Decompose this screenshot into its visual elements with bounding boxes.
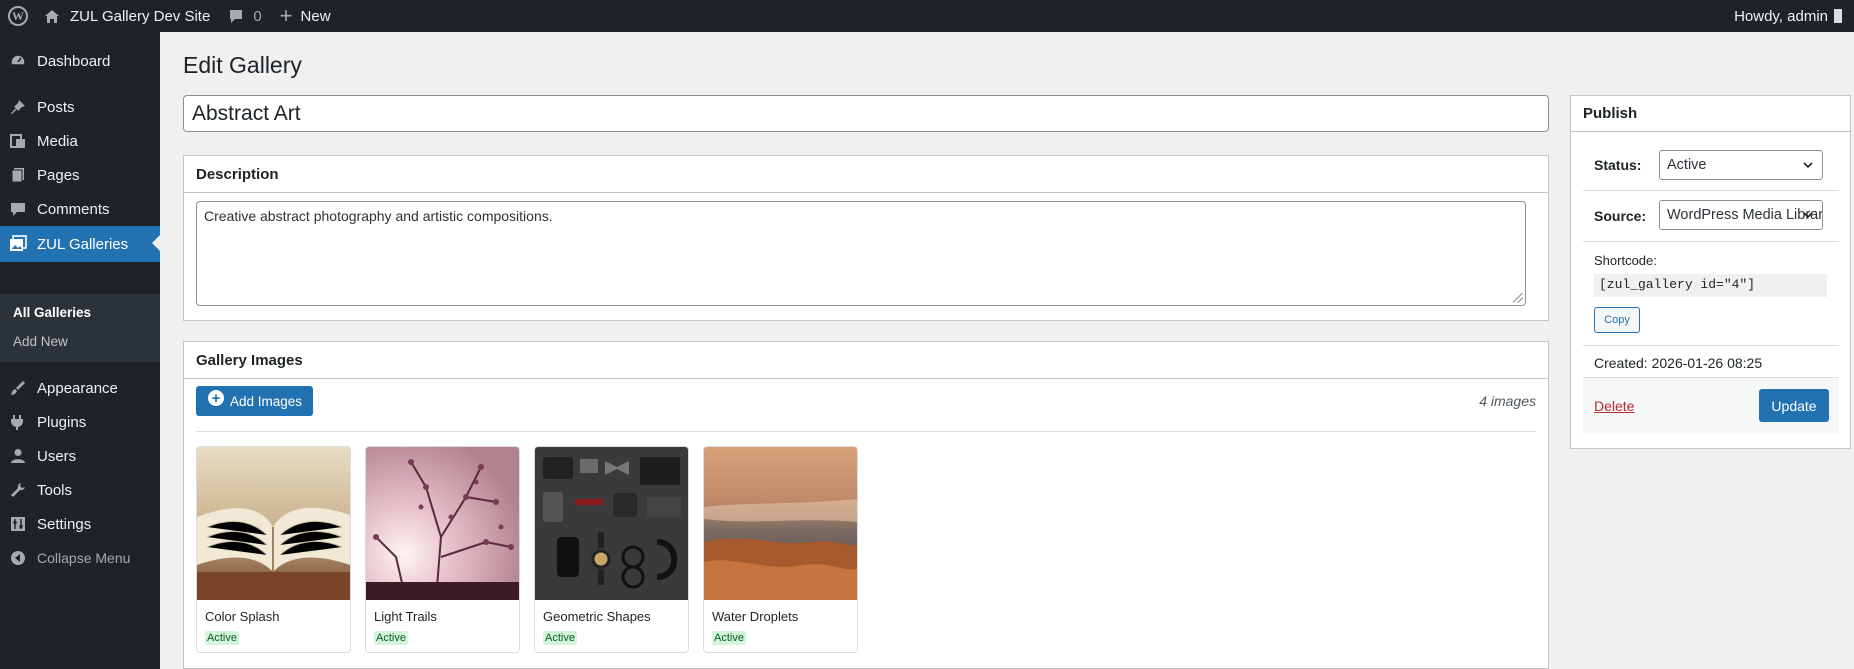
avatar <box>1834 9 1842 23</box>
source-label: Source: <box>1594 208 1647 224</box>
delete-link[interactable]: Delete <box>1594 398 1634 414</box>
submenu-add-new[interactable]: Add New <box>13 334 68 349</box>
description-textarea[interactable]: Creative abstract photography and artist… <box>196 201 1526 306</box>
divider <box>1583 190 1839 191</box>
divider <box>196 431 1536 432</box>
wrench-icon <box>11 483 25 497</box>
page-title: Edit Gallery <box>183 52 302 78</box>
shortcode-label: Shortcode: <box>1594 253 1657 268</box>
resize-handle[interactable] <box>1513 293 1523 303</box>
gallery-title-input[interactable] <box>183 95 1549 132</box>
settings-icon <box>11 517 25 531</box>
dashboard-icon <box>10 54 26 66</box>
source-select[interactable]: WordPress Media Library <box>1659 200 1823 230</box>
pin-icon <box>11 100 25 114</box>
status-badge: Active <box>374 631 408 645</box>
comments-link[interactable]: 0 <box>228 0 262 32</box>
comment-icon <box>11 203 25 216</box>
brush-icon <box>11 381 25 395</box>
description-box: Description Creative abstract photograph… <box>183 155 1549 321</box>
admin-bar: W ZUL Gallery Dev Site 0 + New Howdy, ad… <box>0 0 1854 32</box>
site-name-link[interactable]: ZUL Gallery Dev Site <box>44 0 210 32</box>
image-name: Light Trails <box>374 609 437 624</box>
publish-actions: Delete Update <box>1583 377 1839 434</box>
status-label: Status: <box>1594 157 1642 173</box>
comments-count: 0 <box>253 7 262 25</box>
user-icon <box>11 449 25 463</box>
account-menu[interactable]: Howdy, admin <box>1734 0 1842 32</box>
new-content-link[interactable]: + New <box>280 0 331 32</box>
sidebar-item-plugins[interactable]: Plugins <box>0 405 160 439</box>
home-icon <box>45 9 59 23</box>
image-thumbnail-flat-lay <box>535 447 688 600</box>
add-images-button[interactable]: + Add Images <box>196 386 313 416</box>
gallery-images-box: Gallery Images + Add Images 4 images Col… <box>183 341 1549 669</box>
image-thumbnail-branches <box>366 447 519 600</box>
gallery-image-card[interactable]: Water Droplets Active <box>703 446 858 653</box>
admin-sidebar: Dashboard Posts Media Pages Comments ZUL… <box>0 32 160 669</box>
sidebar-item-users[interactable]: Users <box>0 439 160 473</box>
sidebar-item-tools[interactable]: Tools <box>0 473 160 507</box>
wordpress-logo-icon[interactable]: W <box>0 0 36 32</box>
site-name: ZUL Gallery Dev Site <box>70 7 211 25</box>
plus-icon: + <box>279 3 293 28</box>
collapse-menu-button[interactable]: Collapse Menu <box>0 541 160 575</box>
status-badge: Active <box>543 631 577 645</box>
shortcode-value[interactable]: [zul_gallery id="4"] <box>1594 274 1827 297</box>
gallery-image-card[interactable]: Color Splash Active <box>196 446 351 653</box>
howdy-label: Howdy, admin <box>1734 7 1828 25</box>
created-date: Created: 2026-01-26 08:25 <box>1594 355 1763 371</box>
description-text: Creative abstract photography and artist… <box>204 208 553 224</box>
sidebar-item-posts[interactable]: Posts <box>0 90 160 124</box>
plug-icon <box>11 415 23 430</box>
new-label: New <box>300 7 331 25</box>
collapse-icon <box>11 551 25 565</box>
media-icon <box>10 134 25 148</box>
sidebar-item-settings[interactable]: Settings <box>0 507 160 541</box>
publish-heading: Publish <box>1571 96 1850 132</box>
status-badge: Active <box>712 631 746 645</box>
image-thumbnail-open-book <box>197 447 350 600</box>
sidebar-item-pages[interactable]: Pages <box>0 158 160 192</box>
image-thumbnail-coast <box>704 447 857 600</box>
divider <box>1583 345 1839 346</box>
copy-shortcode-button[interactable]: Copy <box>1594 307 1640 333</box>
gallery-icon <box>10 235 27 251</box>
update-button[interactable]: Update <box>1759 389 1829 422</box>
gallery-images-heading: Gallery Images <box>184 342 1548 379</box>
pages-icon <box>11 168 24 183</box>
publish-box: Publish Status: Active Source: WordPress… <box>1570 95 1851 449</box>
status-badge: Active <box>205 631 239 645</box>
image-count: 4 images <box>1479 393 1536 409</box>
image-name: Color Splash <box>205 609 280 624</box>
sidebar-item-media[interactable]: Media <box>0 124 160 158</box>
submenu-all-galleries[interactable]: All Galleries <box>13 305 91 320</box>
image-name: Geometric Shapes <box>543 609 651 624</box>
divider <box>1583 241 1839 242</box>
gallery-image-card[interactable]: Geometric Shapes Active <box>534 446 689 653</box>
gallery-image-card[interactable]: Light Trails Active <box>365 446 520 653</box>
status-select[interactable]: Active <box>1659 150 1823 180</box>
comment-icon <box>230 9 243 23</box>
description-heading: Description <box>184 156 1548 193</box>
sidebar-item-dashboard[interactable]: Dashboard <box>0 44 160 78</box>
sidebar-item-appearance[interactable]: Appearance <box>0 371 160 405</box>
chevron-down-icon <box>1803 212 1813 219</box>
sidebar-item-zul-galleries[interactable]: ZUL Galleries <box>0 226 160 262</box>
sidebar-item-comments[interactable]: Comments <box>0 192 160 226</box>
galleries-submenu: All Galleries Add New <box>0 294 160 362</box>
image-name: Water Droplets <box>712 609 799 624</box>
chevron-down-icon <box>1803 162 1813 169</box>
plus-circle-icon: + <box>208 390 224 406</box>
